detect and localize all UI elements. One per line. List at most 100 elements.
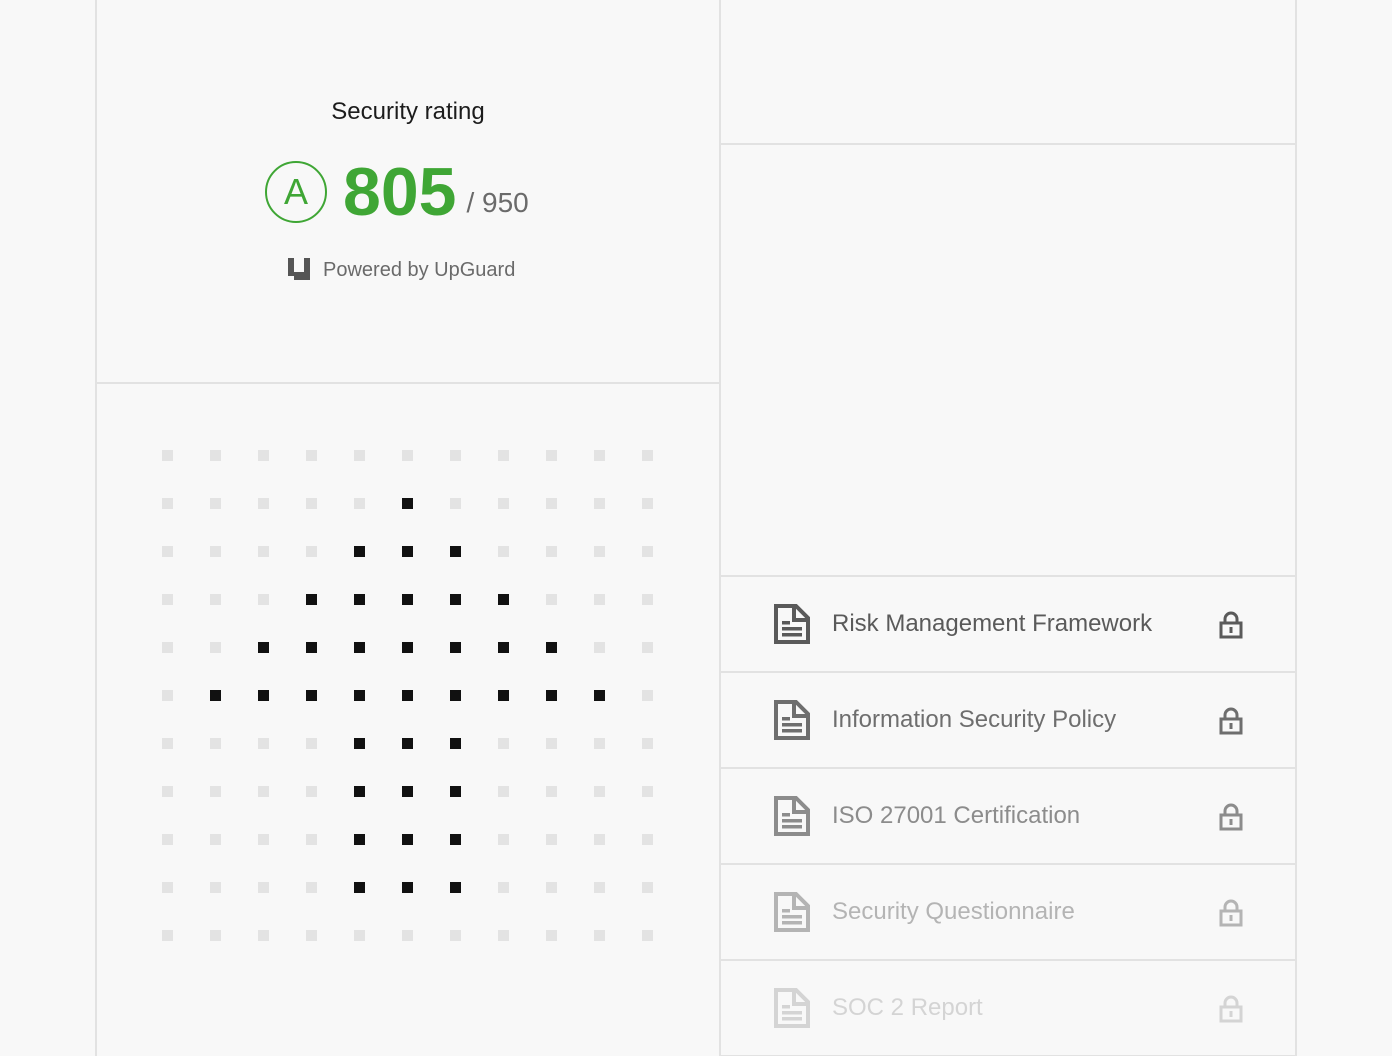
document-row[interactable]: Risk Management Framework xyxy=(721,577,1295,673)
dot-inactive xyxy=(450,450,461,461)
dot-inactive xyxy=(402,930,413,941)
dot-inactive xyxy=(498,738,509,749)
dot-inactive xyxy=(498,930,509,941)
lock-icon[interactable] xyxy=(1219,707,1243,735)
dot-active xyxy=(402,546,413,557)
dot-inactive xyxy=(258,594,269,605)
dot-active xyxy=(450,882,461,893)
dot-active xyxy=(450,738,461,749)
document-row[interactable]: SOC 2 Report xyxy=(721,961,1295,1056)
dot-inactive xyxy=(594,642,605,653)
dot-inactive xyxy=(594,546,605,557)
dot-active xyxy=(306,690,317,701)
dot-inactive xyxy=(546,450,557,461)
dot-inactive xyxy=(210,930,221,941)
right-top-divider xyxy=(721,143,1295,145)
dot-inactive xyxy=(306,738,317,749)
dot-inactive xyxy=(642,930,653,941)
dot-inactive xyxy=(162,594,173,605)
dot-active xyxy=(258,642,269,653)
document-label: ISO 27001 Certification xyxy=(832,802,1081,829)
security-rating-title: Security rating xyxy=(331,98,485,125)
powered-by: Powered by UpGuard xyxy=(287,258,515,282)
dot-active xyxy=(354,690,365,701)
dot-active xyxy=(354,642,365,653)
dot-active xyxy=(210,690,221,701)
dot-inactive xyxy=(306,834,317,845)
dot-active xyxy=(354,546,365,557)
dot-inactive xyxy=(210,642,221,653)
dot-active xyxy=(306,642,317,653)
dot-active xyxy=(354,882,365,893)
dot-inactive xyxy=(162,690,173,701)
lock-icon[interactable] xyxy=(1219,995,1243,1023)
dot-inactive xyxy=(642,834,653,845)
dot-inactive xyxy=(354,930,365,941)
dot-active xyxy=(258,690,269,701)
document-icon xyxy=(774,796,810,836)
dot-inactive xyxy=(306,546,317,557)
dot-inactive xyxy=(258,786,269,797)
page: Security rating A 805 / 950 Powered by U… xyxy=(0,0,1392,1056)
dot-inactive xyxy=(642,882,653,893)
dot-inactive xyxy=(498,450,509,461)
lock-icon[interactable] xyxy=(1219,803,1243,831)
dot-active xyxy=(546,690,557,701)
dot-inactive xyxy=(546,930,557,941)
document-row[interactable]: Security Questionnaire xyxy=(721,865,1295,961)
dot-inactive xyxy=(642,594,653,605)
dot-active xyxy=(402,498,413,509)
dot-inactive xyxy=(594,738,605,749)
dot-inactive xyxy=(162,786,173,797)
dot-inactive xyxy=(594,930,605,941)
document-icon xyxy=(774,988,810,1028)
document-row[interactable]: ISO 27001 Certification xyxy=(721,769,1295,865)
dot-active xyxy=(402,786,413,797)
dot-active xyxy=(306,594,317,605)
dot-inactive xyxy=(210,882,221,893)
dot-inactive xyxy=(258,930,269,941)
dot-inactive xyxy=(162,834,173,845)
dot-inactive xyxy=(162,642,173,653)
dot-inactive xyxy=(498,546,509,557)
powered-by-label: Powered by UpGuard xyxy=(323,258,516,281)
security-rating-card: Security rating A 805 / 950 Powered by U… xyxy=(97,0,719,383)
dot-inactive xyxy=(162,930,173,941)
dot-inactive xyxy=(306,930,317,941)
dot-inactive xyxy=(594,882,605,893)
lock-icon[interactable] xyxy=(1219,899,1243,927)
dot-active xyxy=(498,690,509,701)
dot-active xyxy=(450,594,461,605)
dot-inactive xyxy=(402,450,413,461)
dot-inactive xyxy=(450,930,461,941)
dot-inactive xyxy=(642,690,653,701)
dot-inactive xyxy=(306,450,317,461)
document-icon xyxy=(774,604,810,644)
dot-inactive xyxy=(210,834,221,845)
dot-active xyxy=(498,642,509,653)
dot-inactive xyxy=(210,546,221,557)
dot-inactive xyxy=(594,498,605,509)
score-max: / 950 xyxy=(466,187,529,218)
dot-inactive xyxy=(450,498,461,509)
dot-active xyxy=(354,834,365,845)
dot-active xyxy=(450,642,461,653)
dot-inactive xyxy=(594,834,605,845)
dot-inactive xyxy=(546,594,557,605)
dot-inactive xyxy=(498,498,509,509)
dot-active xyxy=(450,546,461,557)
dot-inactive xyxy=(546,738,557,749)
dot-inactive xyxy=(498,786,509,797)
document-icon xyxy=(774,892,810,932)
document-row[interactable]: Information Security Policy xyxy=(721,673,1295,769)
dot-active xyxy=(594,690,605,701)
dot-inactive xyxy=(642,642,653,653)
dot-active xyxy=(450,786,461,797)
dot-active xyxy=(354,594,365,605)
dot-inactive xyxy=(210,786,221,797)
dot-active xyxy=(402,642,413,653)
dot-inactive xyxy=(642,546,653,557)
dot-inactive xyxy=(210,738,221,749)
dot-active xyxy=(498,594,509,605)
lock-icon[interactable] xyxy=(1219,611,1243,639)
